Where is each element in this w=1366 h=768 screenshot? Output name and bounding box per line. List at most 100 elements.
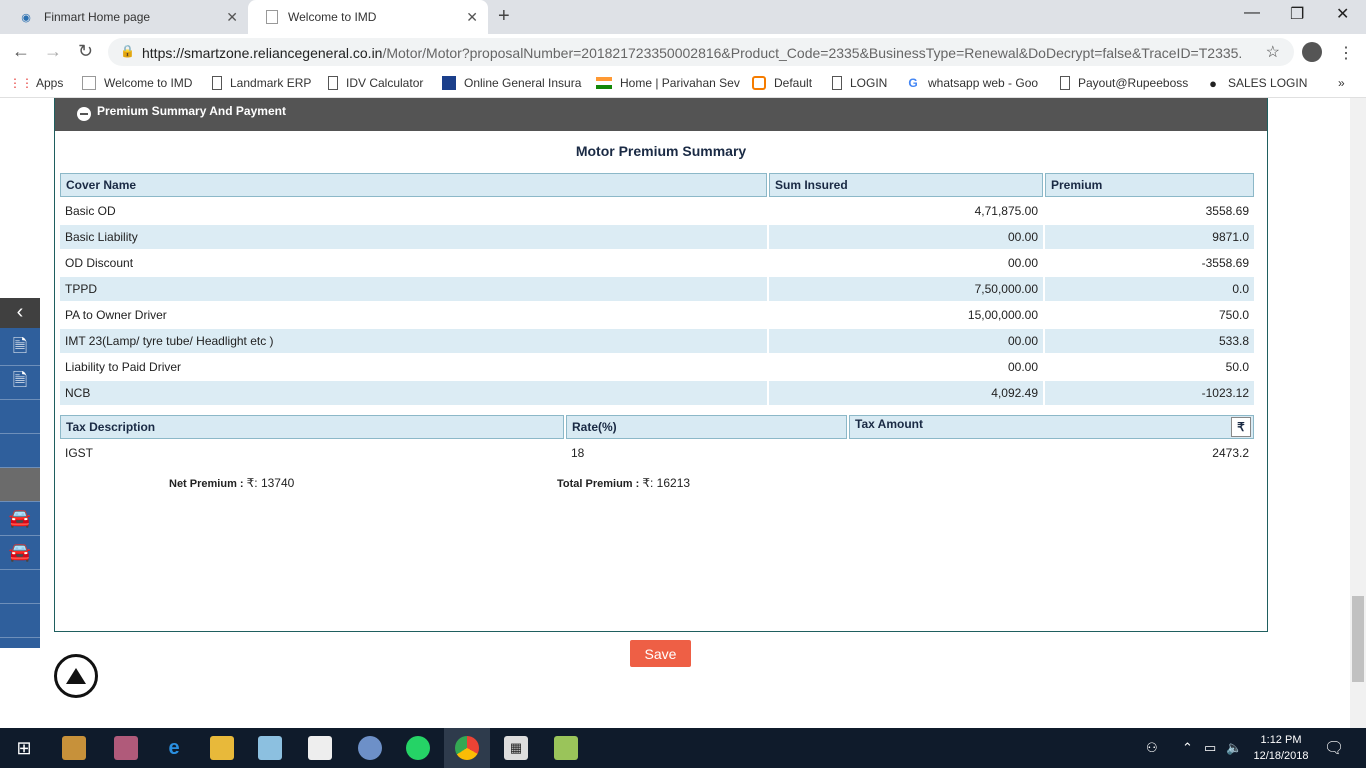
sidebar-item[interactable] [0, 468, 40, 502]
scrollbar-thumb[interactable] [1352, 596, 1364, 682]
close-tab-icon[interactable]: ✕ [466, 9, 478, 26]
table-row: OD Discount 00.00 -3558.69 [60, 251, 1254, 275]
collapse-minus-icon[interactable] [77, 107, 91, 121]
panel-title: Premium Summary And Payment [97, 104, 286, 118]
google-icon: G [908, 76, 918, 90]
car-icon[interactable]: 🚘 [0, 536, 40, 570]
car-icon[interactable]: 🚘 [0, 502, 40, 536]
cover-name: NCB [60, 381, 767, 405]
restore-icon[interactable]: ❐ [1290, 4, 1304, 24]
paint-app-icon[interactable] [62, 736, 86, 760]
sum-insured: 4,71,875.00 [974, 204, 1038, 218]
bookmark-idv-calculator[interactable]: IDV Calculator [328, 76, 423, 90]
cover-name: IMT 23(Lamp/ tyre tube/ Headlight etc ) [60, 329, 767, 353]
document-settings-icon[interactable]: 🗎 [0, 366, 40, 400]
bookmarks-bar: ⋮⋮ Apps Welcome to IMD Landmark ERP IDV … [0, 70, 1366, 98]
bookmark-welcome-imd[interactable]: Welcome to IMD [82, 76, 192, 90]
reload-icon[interactable]: ↻ [78, 41, 93, 62]
bookmark-login[interactable]: LOGIN [832, 76, 887, 90]
tab-title: Welcome to IMD [288, 10, 377, 24]
network-icon[interactable]: ▭ [1204, 740, 1216, 756]
back-icon[interactable]: ← [12, 41, 30, 62]
collapse-chevron-icon[interactable]: ‹ [0, 298, 40, 328]
panel-header[interactable]: Premium Summary And Payment [55, 98, 1267, 131]
address-bar[interactable]: 🔒 https://smartzone.reliancegeneral.co.i… [108, 38, 1294, 66]
left-sidebar: ‹ 🗎 🗎 🚘 🚘 [0, 298, 40, 648]
bookmark-sales-login[interactable]: ● SALES LOGIN [1206, 75, 1307, 91]
menu-kebab-icon[interactable]: ⋮ [1338, 43, 1354, 63]
notes-app-icon[interactable] [258, 736, 282, 760]
volume-icon[interactable]: 🔈 [1226, 740, 1242, 756]
premium: 750.0 [1218, 308, 1249, 322]
bookmark-apps[interactable]: ⋮⋮ Apps [9, 76, 63, 90]
sum-insured: 00.00 [769, 329, 1043, 353]
col-header: Tax Amount ₹ [849, 415, 1254, 439]
tab-welcome-imd[interactable]: Welcome to IMD ✕ [248, 0, 488, 34]
bookmark-whatsapp-web[interactable]: G whatsapp web - Goo [906, 76, 1038, 90]
paint-brush-app-icon[interactable] [114, 736, 138, 760]
windows-start-icon[interactable]: ⊞ [12, 736, 36, 760]
page-content: ‹ 🗎 🗎 🚘 🚘 Premium Summary And Payment Mo… [0, 98, 1366, 728]
save-button[interactable]: Save [630, 640, 691, 667]
cover-name: Basic Liability [60, 225, 767, 249]
bookmark-online-general-insurance[interactable]: Online General Insura [442, 76, 581, 90]
show-hidden-icons-icon[interactable]: ⌃ [1182, 740, 1193, 756]
sidebar-item[interactable] [0, 400, 40, 434]
table-row: IMT 23(Lamp/ tyre tube/ Headlight etc ) … [60, 329, 1254, 353]
browser-tab-bar: ◉ Finmart Home page ✕ Welcome to IMD ✕ +… [0, 0, 1366, 34]
person-icon: ● [1209, 75, 1217, 91]
table-row: Basic Liability 00.00 9871.0 [60, 225, 1254, 249]
close-window-icon[interactable]: ✕ [1336, 4, 1349, 24]
windows-taskbar: ⊞ e ▦ ⚇ ⌃ ▭ 🔈 1:12 PM 12/18/2018 🗨 [0, 728, 1366, 768]
sidebar-item[interactable] [0, 434, 40, 468]
bookmark-parivahan[interactable]: Home | Parivahan Sev [596, 76, 740, 90]
cover-name: Basic OD [65, 204, 116, 218]
edge-browser-icon[interactable]: e [162, 736, 186, 760]
lock-icon: 🔒 [120, 44, 135, 58]
people-icon[interactable]: ⚇ [1146, 740, 1158, 756]
sidebar-item[interactable] [0, 570, 40, 604]
system-clock[interactable]: 1:12 PM 12/18/2018 [1246, 732, 1316, 764]
file-explorer-icon[interactable] [210, 736, 234, 760]
whatsapp-icon[interactable] [406, 736, 430, 760]
document-settings-icon[interactable]: 🗎 [0, 332, 40, 366]
chrome-icon[interactable] [455, 736, 479, 760]
notifications-icon[interactable]: 🗨 [1324, 738, 1344, 758]
bookmark-payout-rupeeboss[interactable]: Payout@Rupeeboss [1060, 76, 1188, 90]
new-tab-icon[interactable]: + [498, 5, 510, 28]
premium: 9871.0 [1045, 225, 1254, 249]
tab-finmart[interactable]: ◉ Finmart Home page ✕ [0, 0, 248, 34]
bookmark-star-icon[interactable]: ☆ [1266, 42, 1280, 62]
table-row: TPPD 7,50,000.00 0.0 [60, 277, 1254, 301]
col-header: Tax Description [60, 415, 564, 439]
bookmark-default[interactable]: Default [752, 76, 812, 90]
sum-insured: 00.00 [1007, 360, 1038, 374]
spreadsheet-app-icon[interactable] [554, 736, 578, 760]
table-row: IGST 18 2473.2 [60, 441, 1254, 465]
tax-amount: 2473.2 [1212, 446, 1249, 460]
network-app-icon[interactable] [358, 736, 382, 760]
browser-toolbar: ← → ↻ 🔒 https://smartzone.reliancegenera… [0, 34, 1366, 70]
url-text[interactable]: https://smartzone.reliancegeneral.co.in/… [142, 45, 1242, 61]
profile-avatar-icon[interactable] [1302, 42, 1322, 62]
bookmark-landmark-erp[interactable]: Landmark ERP [212, 76, 311, 90]
close-tab-icon[interactable]: ✕ [226, 9, 238, 26]
clock-time: 1:12 PM [1260, 734, 1302, 746]
tax-rate: 18 [571, 446, 585, 460]
sum-insured: 15,00,000.00 [967, 308, 1038, 322]
page-scrollbar[interactable] [1350, 98, 1366, 728]
more-bookmarks-button[interactable]: » [1338, 76, 1345, 90]
tax-table: Tax Description Rate(%) Tax Amount ₹ IGST… [58, 413, 1256, 467]
premium: -3558.69 [1201, 256, 1249, 270]
col-header: Premium [1045, 173, 1254, 197]
page-favicon-icon [266, 10, 278, 24]
calculator-icon[interactable]: ▦ [504, 736, 528, 760]
photos-app-icon[interactable] [308, 736, 332, 760]
col-header: Rate(%) [566, 415, 847, 439]
sidebar-item[interactable] [0, 604, 40, 638]
forward-icon[interactable]: → [44, 41, 62, 62]
minimize-icon[interactable]: — [1244, 4, 1260, 22]
premium: 533.8 [1045, 329, 1254, 353]
document-icon [832, 76, 842, 90]
scroll-to-top-icon[interactable] [54, 654, 98, 698]
